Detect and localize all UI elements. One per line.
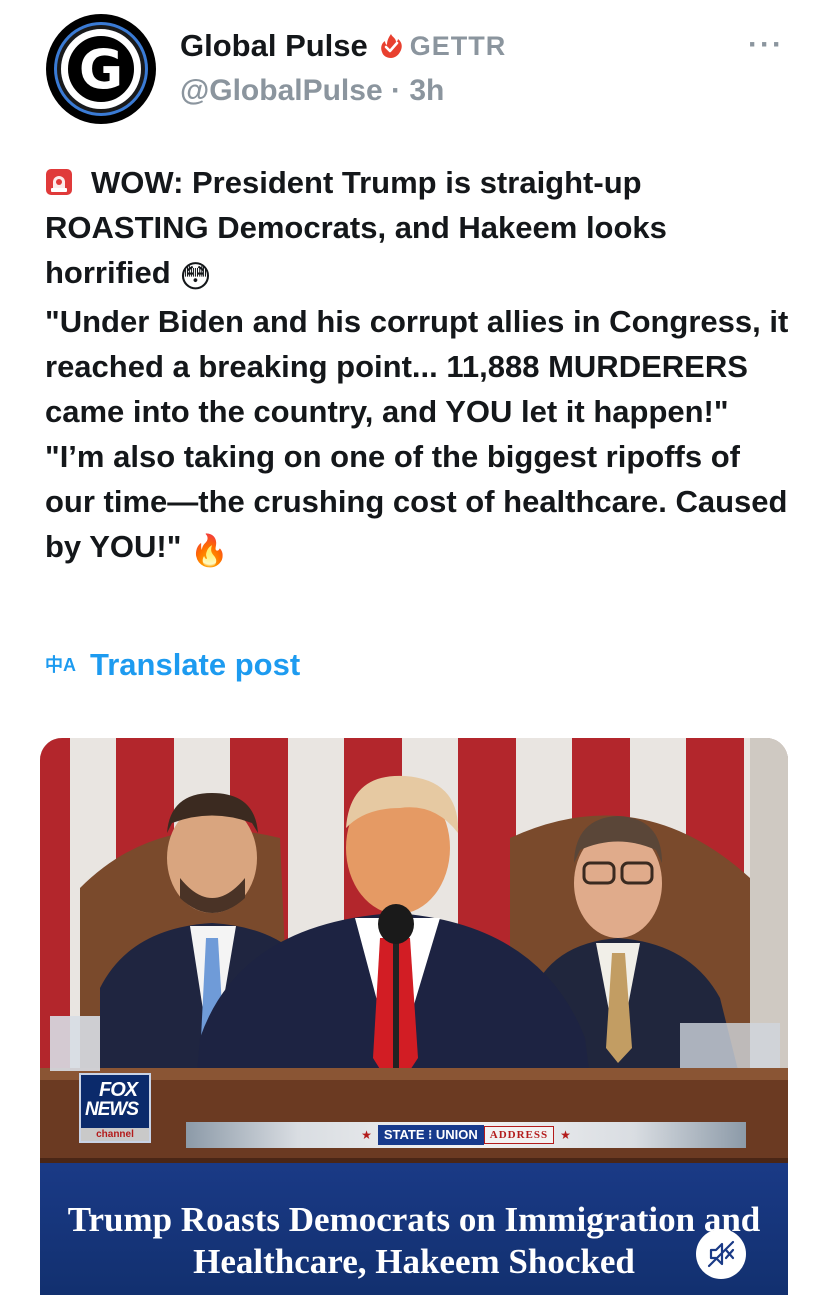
translate-post-label: Translate post [90,647,301,682]
star-icon: ★ [361,1128,372,1142]
fox-logo-line3: channel [81,1128,149,1141]
translate-post-button[interactable]: 中A Translate post [45,647,300,683]
author-display-name[interactable]: Global Pulse [180,28,368,64]
muted-speaker-icon [707,1240,735,1268]
verified-badge-icon [380,34,402,58]
post-line-3: "I’m also taking on one of the biggest r… [45,439,788,564]
caption-line-2: Healthcare, Hakeem Shocked [193,1242,635,1281]
platform-tag: GETTR [409,30,507,61]
more-options-icon[interactable]: ··· [748,30,784,60]
meta-separator: · [390,74,401,107]
video-caption-text: Trump Roasts Democrats on Immigration an… [40,1199,788,1283]
post-line-1: WOW: President Trump is straight-up ROAS… [45,165,667,290]
mute-toggle-button[interactable] [696,1229,746,1279]
translate-icon: 中A [45,655,76,675]
state-of-union-banner: ★ STATE ⁝ UNION ADDRESS ★ [186,1122,746,1148]
flushed-face-icon: 😳 [179,259,212,294]
author-handle-row: @GlobalPulse · 3h [180,74,444,108]
banner-title: STATE ⁝ UNION [377,1125,484,1145]
fox-logo-line2: NEWS [85,1099,139,1120]
post-paragraph: "Under Biden and his corrupt allies in C… [45,299,795,434]
siren-icon [46,169,72,195]
fire-icon: 🔥 [190,533,229,568]
author-name-row: Global Pulse GETTR [180,28,506,64]
star-icon: ★ [560,1128,571,1142]
post-timestamp[interactable]: 3h [409,74,444,107]
caption-line-1: Trump Roasts Democrats on Immigration an… [67,1200,761,1239]
video-caption: Trump Roasts Democrats on Immigration an… [40,1163,788,1295]
fox-news-logo: FOX NEWS channel [79,1073,151,1143]
banner-subtitle: ADDRESS [483,1126,555,1144]
avatar[interactable]: G [46,14,156,124]
author-handle[interactable]: @GlobalPulse [180,74,383,107]
post-paragraph: "I’m also taking on one of the biggest r… [45,434,795,573]
post-body: WOW: President Trump is straight-up ROAS… [45,160,795,573]
avatar-letter: G [61,29,141,109]
post-paragraph: WOW: President Trump is straight-up ROAS… [45,160,795,299]
post-line-2: "Under Biden and his corrupt allies in C… [45,304,789,429]
